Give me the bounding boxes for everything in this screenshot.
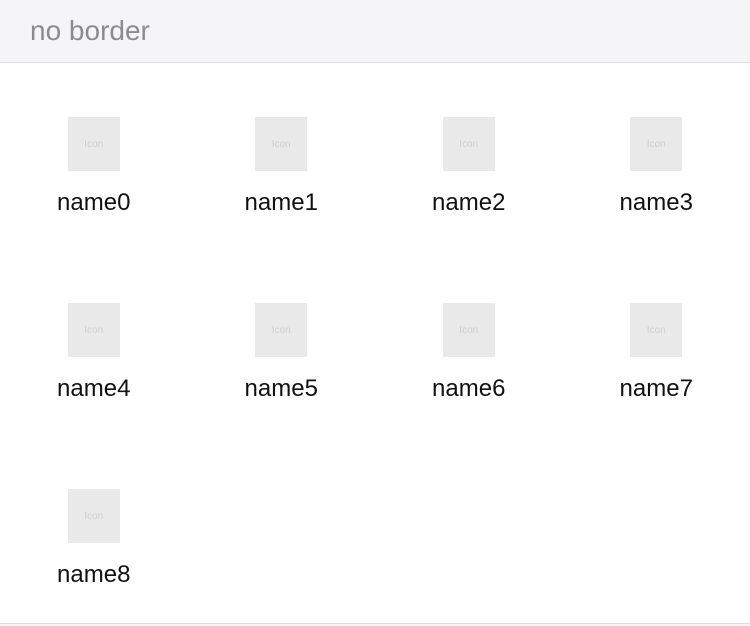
grid-item-3[interactable]: Icon name3 <box>563 63 750 249</box>
placeholder-icon: Icon <box>255 303 308 357</box>
icon-grid: Icon name0 Icon name1 Icon name2 Icon na… <box>0 63 750 621</box>
placeholder-icon: Icon <box>442 117 495 171</box>
icon-placeholder-text: Icon <box>646 324 666 336</box>
grid-item-label: name0 <box>57 189 131 216</box>
grid-item-label: name4 <box>57 375 131 402</box>
icon-placeholder-text: Icon <box>84 510 104 522</box>
grid-item-8[interactable]: Icon name8 <box>0 435 188 621</box>
placeholder-icon: Icon <box>67 489 120 543</box>
grid-item-label: name6 <box>432 375 506 402</box>
icon-placeholder-text: Icon <box>646 138 666 150</box>
placeholder-icon: Icon <box>67 117 120 171</box>
icon-placeholder-text: Icon <box>459 324 479 336</box>
grid-item-2[interactable]: Icon name2 <box>375 63 563 249</box>
placeholder-icon: Icon <box>630 117 683 171</box>
grid-item-0[interactable]: Icon name0 <box>0 63 188 249</box>
icon-placeholder-text: Icon <box>84 324 104 336</box>
placeholder-icon: Icon <box>442 303 495 357</box>
placeholder-icon: Icon <box>630 303 683 357</box>
grid-item-label: name3 <box>619 189 693 216</box>
grid-item-4[interactable]: Icon name4 <box>0 249 188 435</box>
grid-item-7[interactable]: Icon name7 <box>563 249 750 435</box>
placeholder-icon: Icon <box>67 303 120 357</box>
icon-placeholder-text: Icon <box>271 138 291 150</box>
grid-item-label: name5 <box>244 375 318 402</box>
grid-panel: Icon name0 Icon name1 Icon name2 Icon na… <box>0 62 750 624</box>
icon-placeholder-text: Icon <box>459 138 479 150</box>
placeholder-icon: Icon <box>255 117 308 171</box>
icon-placeholder-text: Icon <box>271 324 291 336</box>
grid-item-5[interactable]: Icon name5 <box>188 249 376 435</box>
grid-item-1[interactable]: Icon name1 <box>188 63 376 249</box>
grid-item-label: name7 <box>619 375 693 402</box>
section-header: no border <box>0 0 750 62</box>
icon-placeholder-text: Icon <box>84 138 104 150</box>
section-title: no border <box>30 15 150 46</box>
grid-item-6[interactable]: Icon name6 <box>375 249 563 435</box>
grid-item-label: name1 <box>244 189 318 216</box>
grid-item-label: name2 <box>432 189 506 216</box>
grid-item-label: name8 <box>57 561 131 588</box>
